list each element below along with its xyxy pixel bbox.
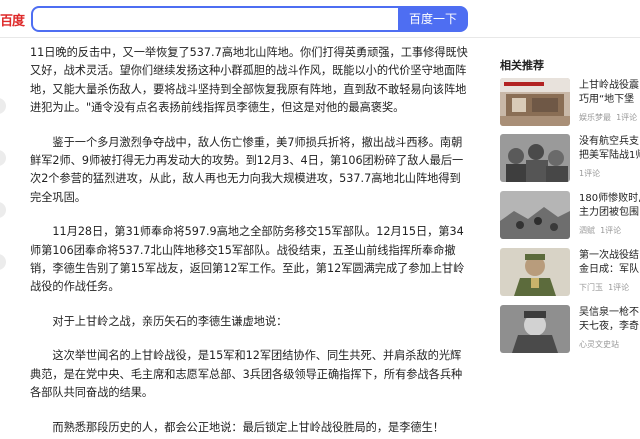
related-item-subtitle: 巧用“地下堡	[579, 94, 635, 105]
related-thumbnail	[500, 134, 570, 182]
related-item-title: 180师惨败时,	[579, 193, 640, 204]
related-item-subtitle: 主力团被包围	[579, 207, 639, 218]
related-thumbnail	[500, 191, 570, 239]
article-paragraph: 11月28日，第31师奉命将597.9高地之全部防务移交15军部队。12月15日…	[30, 225, 465, 294]
search-input[interactable]	[31, 6, 399, 32]
search-button[interactable]: 百度一下	[398, 6, 468, 32]
comment-action-icon[interactable]	[0, 150, 6, 166]
related-thumbnail	[500, 248, 570, 296]
article-paragraph: 11日晚的反击中，又一举恢复了537.7高地北山阵地。你们打得英勇顽强，工事修得…	[30, 46, 468, 115]
related-item-title: 上甘岭战役震	[579, 80, 639, 91]
related-item-subtitle: 把美军陆战1师	[579, 150, 640, 161]
article-body: 11日晚的反击中，又一举恢复了537.7高地北山阵地。你们打得英勇顽强，工事修得…	[30, 44, 470, 437]
article-paragraph: 对于上甘岭之战，亲历矢石的李德生谦虚地说：	[52, 314, 288, 328]
related-thumbnail	[500, 305, 570, 353]
related-item[interactable]: 第一次战役结 金日成：军队 下门玉 1评论	[500, 248, 640, 296]
related-item[interactable]: 180师惨败时, 主力团被包围 泗赋 1评论	[500, 191, 640, 239]
related-item-meta: 心灵文史站	[579, 340, 619, 349]
related-item[interactable]: 上甘岭战役震 巧用“地下堡 娱乐梦最 1评论	[500, 78, 640, 126]
article-paragraph: 而熟悉那段历史的人，都会公正地说：最后锁定上甘岭战役胜局的，是李德生！	[52, 420, 444, 434]
top-search-bar: 百度 百度一下	[0, 0, 640, 38]
related-item-meta: 1评论	[579, 169, 601, 178]
related-item-meta: 下门玉 1评论	[579, 283, 630, 292]
related-item-subtitle: 金日成：军队	[579, 264, 639, 275]
baidu-logo[interactable]: 百度	[0, 10, 25, 29]
related-item-title: 吴信泉一枪不	[579, 307, 639, 318]
like-action-icon[interactable]	[0, 98, 6, 114]
share-action-icon[interactable]	[0, 254, 6, 270]
collect-action-icon[interactable]	[0, 202, 6, 218]
related-thumbnail	[500, 78, 570, 126]
related-item-subtitle: 天七夜，李奇	[579, 321, 639, 332]
article-paragraph: 这次举世闻名的上甘岭战役，是15军和12军团结协作、同生共死、并肩杀敌的光辉典范…	[30, 349, 463, 400]
related-item-meta: 娱乐梦最 1评论	[579, 113, 638, 122]
article-paragraph: 鉴于一个多月激烈争夺战中，敌人伤亡惨重，美7师损兵折将，撤出战斗西移。南朝鲜军2…	[30, 135, 464, 204]
related-item-meta: 泗赋 1评论	[579, 226, 622, 235]
related-item[interactable]: 吴信泉一枪不 天七夜，李奇 心灵文史站	[500, 305, 640, 353]
related-item-title: 第一次战役结	[579, 250, 639, 261]
related-item-title: 没有航空兵支	[579, 136, 639, 147]
related-title: 相关推荐	[500, 59, 544, 72]
related-item[interactable]: 没有航空兵支 把美军陆战1师 1评论	[500, 134, 640, 182]
